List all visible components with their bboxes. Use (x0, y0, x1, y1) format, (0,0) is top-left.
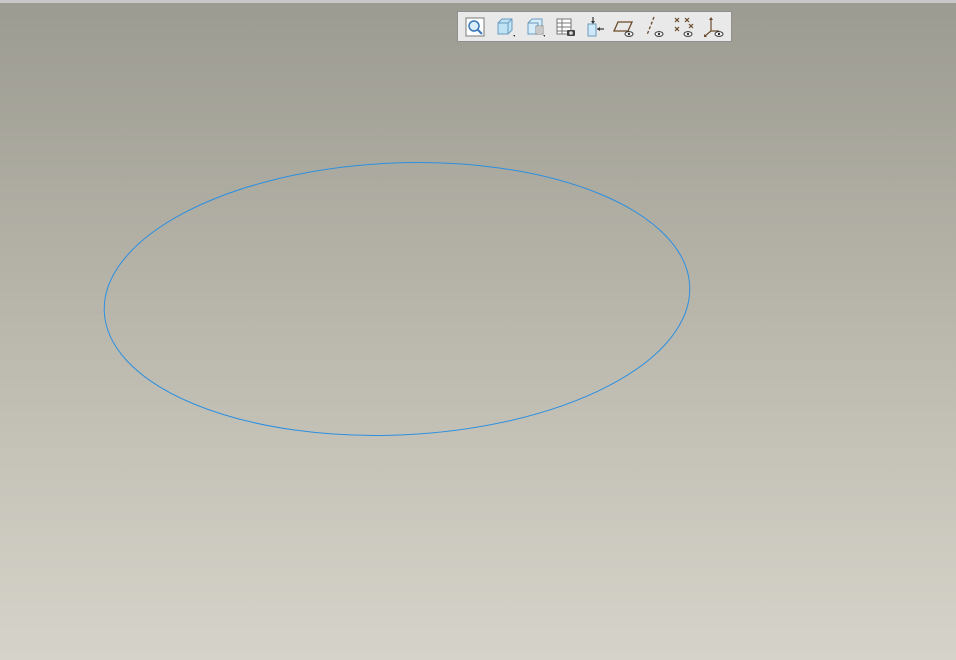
zoom-refit-icon (465, 17, 485, 36)
display-style-button[interactable] (522, 14, 548, 40)
zoom-refit-button[interactable] (462, 14, 488, 40)
sketch-ellipse[interactable] (98, 150, 695, 447)
axis-display-button[interactable] (641, 14, 667, 40)
view-manager-button[interactable] (552, 14, 578, 40)
saved-orientation-icon (497, 18, 515, 37)
display-style-icon (527, 18, 545, 37)
graphics-toolbar (457, 11, 732, 42)
saved-orientation-button[interactable] (492, 14, 518, 40)
sketch-canvas[interactable] (0, 0, 956, 660)
sketch-view-button[interactable] (582, 14, 608, 40)
point-display-button[interactable] (671, 14, 697, 40)
view-manager-icon (556, 18, 575, 36)
graphics-window[interactable] (0, 0, 956, 660)
sketch-view-icon (587, 16, 604, 36)
csys-display-icon (704, 16, 724, 37)
point-display-icon (674, 17, 694, 37)
plane-display-button[interactable] (611, 14, 637, 40)
axis-display-icon (646, 16, 664, 37)
plane-display-icon (613, 20, 634, 37)
csys-display-button[interactable] (701, 14, 727, 40)
